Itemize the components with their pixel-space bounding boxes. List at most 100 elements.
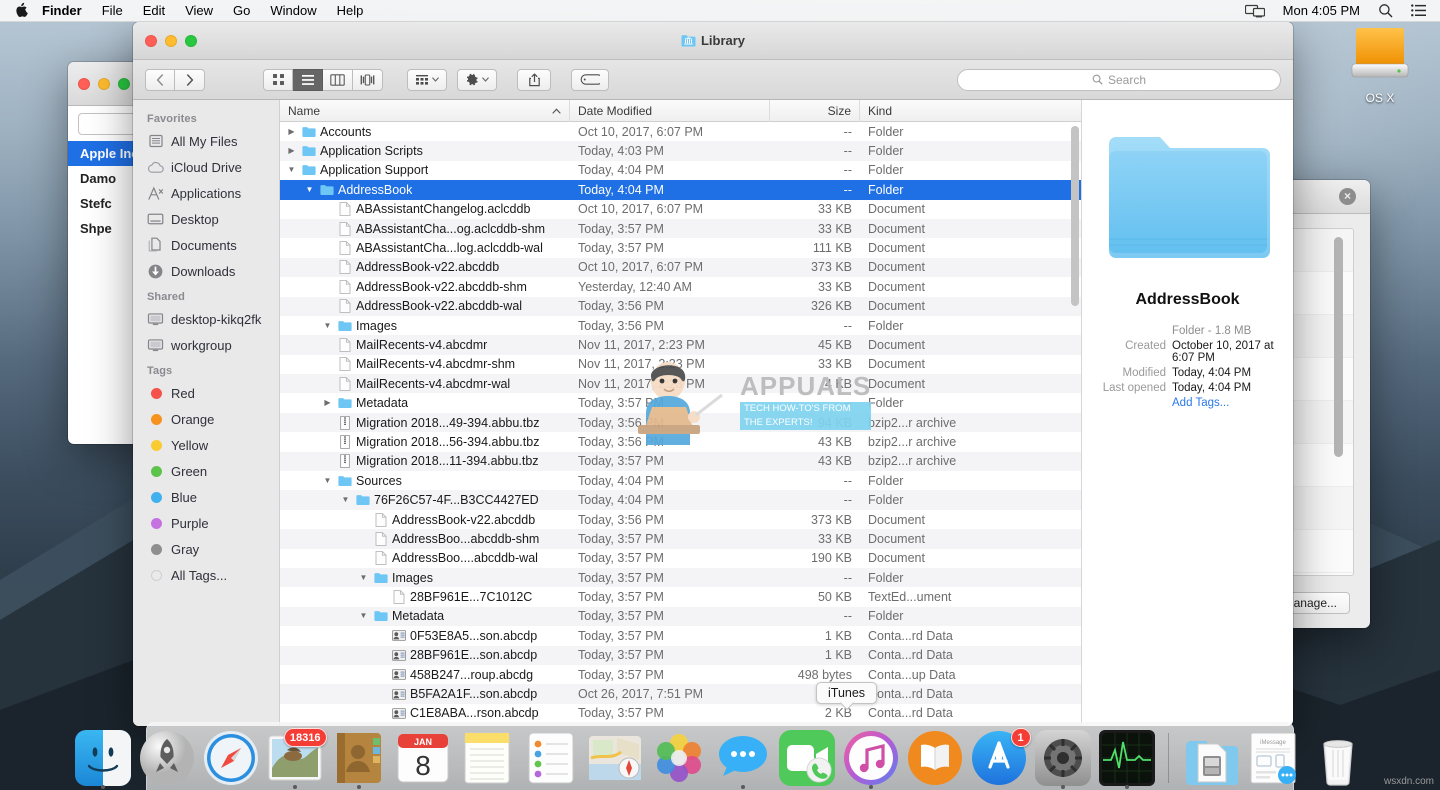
- disclosure-triangle-closed-icon[interactable]: ▶: [322, 399, 333, 407]
- table-row[interactable]: ▼ImagesToday, 3:57 PM--Folder: [280, 568, 1081, 587]
- sidebar-item-desktop[interactable]: Desktop: [133, 206, 279, 232]
- table-row[interactable]: ▼AddressBookToday, 4:04 PM--Folder: [280, 180, 1081, 199]
- dock-item-launchpad[interactable]: [139, 730, 195, 786]
- view-as-icons-button[interactable]: [263, 69, 293, 91]
- finder-window[interactable]: Library: [133, 22, 1293, 726]
- dock-item-calendar[interactable]: JAN8: [395, 730, 451, 786]
- table-row[interactable]: AddressBoo....abcddb-walToday, 3:57 PM19…: [280, 549, 1081, 568]
- sidebar-tag-orange[interactable]: Orange: [133, 406, 279, 432]
- dock-item-activity-monitor[interactable]: [1099, 730, 1155, 786]
- view-as-list-button[interactable]: [293, 69, 323, 91]
- sidebar-tag-red[interactable]: Red: [133, 380, 279, 406]
- back-button[interactable]: [145, 69, 175, 91]
- sidebar-item-desktop-kikq2fk[interactable]: desktop-kikq2fk: [133, 306, 279, 332]
- menu-bar[interactable]: Finder File Edit View Go Window Help Mon…: [0, 0, 1440, 22]
- dock-item-maps[interactable]: [587, 730, 643, 786]
- disclosure-triangle-closed-icon[interactable]: ▶: [286, 128, 297, 136]
- zoom-button[interactable]: [118, 78, 130, 90]
- traffic-lights[interactable]: [78, 78, 130, 90]
- table-row[interactable]: ▼Application SupportToday, 4:04 PM--Fold…: [280, 161, 1081, 180]
- close-icon[interactable]: ×: [1339, 188, 1356, 205]
- dock-item-contacts[interactable]: [331, 730, 387, 786]
- dock-item-downloads[interactable]: [1182, 730, 1238, 786]
- action-menu-button[interactable]: [457, 69, 497, 91]
- sidebar-tag-green[interactable]: Green: [133, 458, 279, 484]
- forward-button[interactable]: [175, 69, 205, 91]
- disclosure-triangle-open-icon[interactable]: ▼: [286, 166, 297, 174]
- table-row[interactable]: ▶MetadataToday, 3:57 PM--Folder: [280, 393, 1081, 412]
- desktop-drive-osx[interactable]: OS X: [1332, 22, 1428, 105]
- view-as-columns-button[interactable]: [323, 69, 353, 91]
- table-row[interactable]: 458B247...roup.abcdgToday, 3:57 PM498 by…: [280, 665, 1081, 684]
- scrollbar-thumb[interactable]: [1334, 237, 1343, 457]
- sidebar-tag-gray[interactable]: Gray: [133, 536, 279, 562]
- menu-item-help[interactable]: Help: [327, 0, 374, 22]
- table-row[interactable]: AddressBook-v22.abcddb-walToday, 3:56 PM…: [280, 297, 1081, 316]
- table-row[interactable]: AddressBook-v22.abcddbToday, 3:56 PM373 …: [280, 510, 1081, 529]
- table-row[interactable]: Migration 2018...49-394.abbu.tbzToday, 3…: [280, 413, 1081, 432]
- dock-item-photos[interactable]: [651, 730, 707, 786]
- sidebar-item-downloads[interactable]: Downloads: [133, 258, 279, 284]
- table-row[interactable]: ▼MetadataToday, 3:57 PM--Folder: [280, 607, 1081, 626]
- airplay-display-icon[interactable]: [1237, 4, 1273, 18]
- dock-item-ibooks[interactable]: [907, 730, 963, 786]
- disclosure-triangle-closed-icon[interactable]: ▶: [286, 147, 297, 155]
- table-row[interactable]: ABAssistantCha...log.aclcddb-walToday, 3…: [280, 238, 1081, 257]
- navigation-buttons[interactable]: [145, 69, 205, 91]
- disclosure-triangle-open-icon[interactable]: ▼: [304, 186, 315, 194]
- table-row[interactable]: 0F53E8A5...son.abcdpToday, 3:57 PM1 KBCo…: [280, 626, 1081, 645]
- dock[interactable]: 18316JAN81iMessage: [146, 722, 1294, 790]
- column-header-date-modified[interactable]: Date Modified: [570, 100, 770, 122]
- menu-item-window[interactable]: Window: [260, 0, 326, 22]
- table-row[interactable]: Migration 2018...56-394.abbu.tbzToday, 3…: [280, 432, 1081, 451]
- menu-item-view[interactable]: View: [175, 0, 223, 22]
- arrange-by-button[interactable]: [407, 69, 447, 91]
- view-mode-segments[interactable]: [263, 69, 383, 91]
- column-header-kind[interactable]: Kind: [860, 100, 1081, 122]
- dock-item-finder[interactable]: [75, 730, 131, 786]
- column-headers[interactable]: Name Date Modified Size Kind: [280, 100, 1081, 122]
- dock-item-messages[interactable]: [715, 730, 771, 786]
- sidebar-tag-blue[interactable]: Blue: [133, 484, 279, 510]
- view-as-coverflow-button[interactable]: [353, 69, 383, 91]
- menu-item-go[interactable]: Go: [223, 0, 260, 22]
- table-row[interactable]: B5FA2A1F...son.abcdpOct 26, 2017, 7:51 P…: [280, 684, 1081, 703]
- table-row[interactable]: ▼ImagesToday, 3:56 PM--Folder: [280, 316, 1081, 335]
- dock-item-app-store[interactable]: 1: [971, 730, 1027, 786]
- dock-item-system-preferences[interactable]: [1035, 730, 1091, 786]
- sidebar-tag-purple[interactable]: Purple: [133, 510, 279, 536]
- column-header-size[interactable]: Size: [770, 100, 860, 122]
- table-row[interactable]: ▶Application ScriptsToday, 4:03 PM--Fold…: [280, 141, 1081, 160]
- apple-logo-icon[interactable]: [0, 2, 40, 18]
- table-row[interactable]: MailRecents-v4.abcdmrNov 11, 2017, 2:23 …: [280, 335, 1081, 354]
- finder-toolbar[interactable]: Search: [133, 60, 1293, 100]
- disclosure-triangle-open-icon[interactable]: ▼: [322, 322, 333, 330]
- finder-titlebar[interactable]: Library: [133, 22, 1293, 60]
- disclosure-triangle-open-icon[interactable]: ▼: [358, 574, 369, 582]
- file-rows[interactable]: ▶AccountsOct 10, 2017, 6:07 PM--Folder▶A…: [280, 122, 1081, 726]
- menu-item-finder[interactable]: Finder: [40, 0, 92, 22]
- finder-sidebar[interactable]: Favorites All My Files iCloud Drive Appl…: [133, 100, 280, 726]
- minimize-button[interactable]: [98, 78, 110, 90]
- search-input[interactable]: Search: [957, 69, 1281, 91]
- sidebar-item-applications[interactable]: Applications: [133, 180, 279, 206]
- edit-tags-button[interactable]: [571, 69, 609, 91]
- table-row[interactable]: AddressBook-v22.abcddb-shmYesterday, 12:…: [280, 277, 1081, 296]
- dock-item-safari[interactable]: [203, 730, 259, 786]
- sidebar-item-icloud-drive[interactable]: iCloud Drive: [133, 154, 279, 180]
- notification-center-icon[interactable]: [1403, 4, 1430, 17]
- table-row[interactable]: ▼SourcesToday, 4:04 PM--Folder: [280, 471, 1081, 490]
- add-tags-link[interactable]: Add Tags...: [1172, 397, 1229, 409]
- file-list[interactable]: Name Date Modified Size Kind ▶AccountsOc…: [280, 100, 1081, 726]
- table-row[interactable]: 28BF961E...son.abcdpToday, 3:57 PM1 KBCo…: [280, 646, 1081, 665]
- dock-item-trash[interactable]: [1310, 730, 1366, 786]
- dock-item-document[interactable]: iMessage: [1246, 730, 1302, 786]
- dock-item-mail[interactable]: 18316: [267, 730, 323, 786]
- dock-item-facetime[interactable]: [779, 730, 835, 786]
- sidebar-tag-yellow[interactable]: Yellow: [133, 432, 279, 458]
- sidebar-item-all-my-files[interactable]: All My Files: [133, 128, 279, 154]
- sidebar-tag-all-tags[interactable]: All Tags...: [133, 562, 279, 588]
- disclosure-triangle-open-icon[interactable]: ▼: [340, 496, 351, 504]
- table-row[interactable]: ABAssistantChangelog.aclcddbOct 10, 2017…: [280, 200, 1081, 219]
- dock-item-notes[interactable]: [459, 730, 515, 786]
